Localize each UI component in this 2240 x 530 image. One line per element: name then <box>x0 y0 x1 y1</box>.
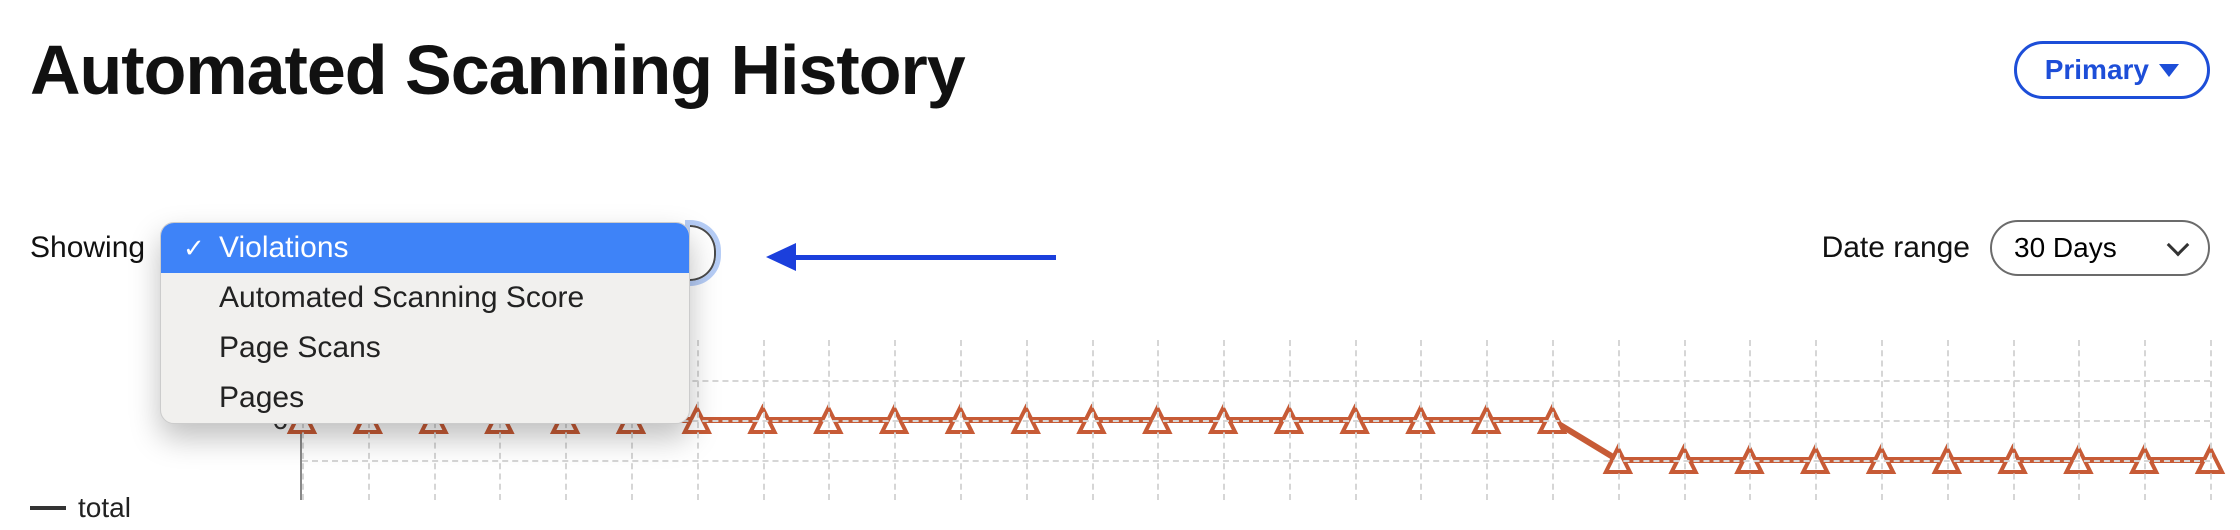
date-range-value: 30 Days <box>2014 232 2117 264</box>
showing-label: Showing <box>30 231 145 265</box>
gridline-vertical <box>697 340 699 500</box>
gridline-vertical <box>828 340 830 500</box>
legend-swatch <box>30 506 66 510</box>
date-range-label: Date range <box>1822 231 1970 265</box>
gridline-vertical <box>1749 340 1751 500</box>
gridline-vertical <box>960 340 962 500</box>
gridline-vertical <box>1157 340 1159 500</box>
metric-option-automated-scanning-score[interactable]: ✓ Automated Scanning Score <box>161 273 689 323</box>
metric-option-label: Pages <box>219 381 304 415</box>
gridline-vertical <box>1815 340 1817 500</box>
series-line-total <box>302 420 2210 460</box>
gridline-vertical <box>1486 340 1488 500</box>
arrow-left-icon <box>766 243 796 271</box>
legend-label: total <box>78 492 131 524</box>
gridline-horizontal <box>302 460 2210 462</box>
gridline-vertical <box>1092 340 1094 500</box>
gridline-vertical <box>763 340 765 500</box>
metric-option-label: Violations <box>219 231 349 265</box>
metric-option-page-scans[interactable]: ✓ Page Scans <box>161 323 689 373</box>
arrow-shaft <box>796 255 1056 260</box>
gridline-vertical <box>1355 340 1357 500</box>
gridline-vertical <box>2144 340 2146 500</box>
gridline-vertical <box>1552 340 1554 500</box>
primary-dropdown-label: Primary <box>2045 54 2149 86</box>
gridline-vertical <box>1618 340 1620 500</box>
gridline-vertical <box>2013 340 2015 500</box>
caret-down-icon <box>2159 64 2179 77</box>
check-icon: ✓ <box>183 233 205 264</box>
gridline-vertical <box>1026 340 1028 500</box>
gridline-vertical <box>1881 340 1883 500</box>
metric-option-label: Page Scans <box>219 331 381 365</box>
gridline-vertical <box>2210 340 2212 500</box>
chevron-down-icon <box>2167 234 2190 257</box>
metric-option-pages[interactable]: ✓ Pages <box>161 373 689 423</box>
metric-option-label: Automated Scanning Score <box>219 281 584 315</box>
gridline-vertical <box>2078 340 2080 500</box>
gridline-vertical <box>894 340 896 500</box>
gridline-vertical <box>1420 340 1422 500</box>
metric-dropdown-menu[interactable]: ✓ Violations ✓ Automated Scanning Score … <box>160 222 690 424</box>
date-range-select[interactable]: 30 Days <box>1990 220 2210 276</box>
primary-dropdown-button[interactable]: Primary <box>2014 41 2210 99</box>
gridline-vertical <box>1289 340 1291 500</box>
chart-legend: total <box>30 492 131 524</box>
gridline-vertical <box>1684 340 1686 500</box>
annotation-arrow <box>766 252 1056 262</box>
gridline-vertical <box>1223 340 1225 500</box>
metric-option-violations[interactable]: ✓ Violations <box>161 223 689 273</box>
page-title: Automated Scanning History <box>30 30 965 110</box>
gridline-vertical <box>1947 340 1949 500</box>
